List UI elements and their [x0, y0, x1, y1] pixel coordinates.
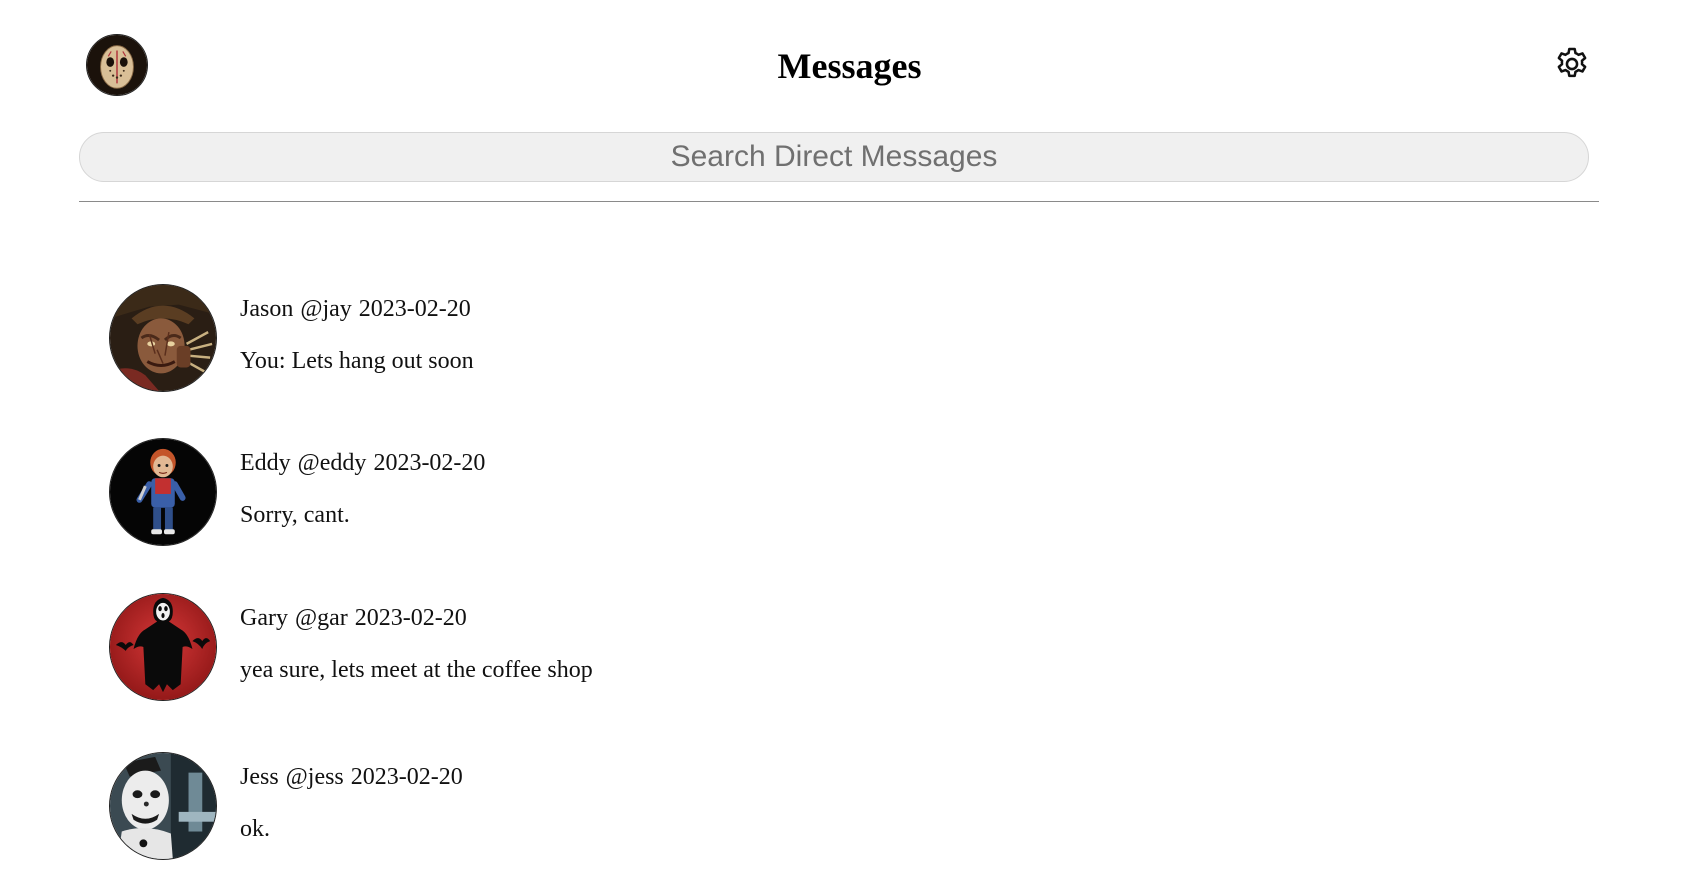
gear-icon: [1557, 47, 1587, 78]
message-preview: Sorry, cant.: [240, 502, 350, 528]
contact-handle: @eddy: [297, 450, 367, 476]
conversation-header: Eddy @eddy 2023-02-20: [240, 448, 485, 478]
chucky-doll-avatar: [109, 438, 217, 546]
settings-button[interactable]: [1550, 42, 1594, 86]
message-preview: ok.: [240, 816, 270, 842]
conversation-item[interactable]: Jess @jess 2023-02-20 ok.: [109, 752, 729, 862]
message-preview: yea sure, lets meet at the coffee shop: [240, 657, 593, 683]
contact-handle: @jay: [300, 296, 352, 322]
conversation-header: Jason @jay 2023-02-20: [240, 294, 471, 324]
freddy-avatar: [109, 284, 217, 392]
header-divider: [79, 201, 1599, 202]
conversation-item[interactable]: Jason @jay 2023-02-20 You: Lets hang out s…: [109, 284, 729, 394]
contact-name: Jess: [240, 764, 279, 790]
conversation-date: 2023-02-20: [373, 450, 486, 476]
ghostface-avatar: [109, 593, 217, 701]
contact-handle: @gar: [294, 605, 348, 631]
search-input[interactable]: [79, 132, 1589, 182]
message-preview: You: Lets hang out soon: [240, 348, 474, 374]
conversation-date: 2023-02-20: [358, 296, 471, 322]
page-title: Messages: [777, 46, 922, 86]
contact-name: Jason: [240, 296, 294, 322]
contact-name: Gary: [240, 605, 288, 631]
conversation-item[interactable]: Eddy @eddy 2023-02-20 Sorry, cant.: [109, 438, 729, 548]
search-bar: [79, 132, 1589, 182]
conversation-date: 2023-02-20: [354, 605, 467, 631]
conversation-header: Gary @gar 2023-02-20: [240, 603, 467, 633]
contact-handle: @jess: [285, 764, 344, 790]
conversation-item[interactable]: Gary @gar 2023-02-20 yea sure, lets meet a…: [109, 593, 729, 703]
page-header: Messages: [0, 0, 1689, 120]
clown-avatar: [109, 752, 217, 860]
conversation-date: 2023-02-20: [350, 764, 463, 790]
conversation-header: Jess @jess 2023-02-20: [240, 762, 463, 792]
contact-name: Eddy: [240, 450, 291, 476]
